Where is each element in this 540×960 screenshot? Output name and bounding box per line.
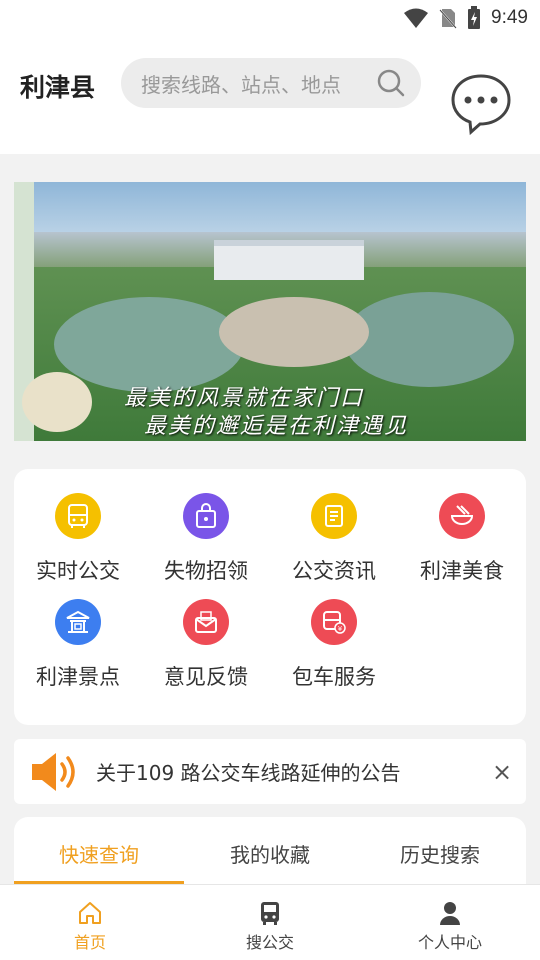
nav-home[interactable]: 首页 (0, 899, 180, 953)
nav-label: 首页 (73, 933, 106, 952)
menu-item-label: 包车服务 (292, 665, 376, 689)
bus-search-icon (180, 899, 360, 927)
home-icon (0, 899, 180, 927)
charter-bus-icon: ¥ (311, 599, 357, 645)
person-icon (360, 899, 540, 927)
speaker-icon (30, 750, 82, 794)
nav-label: 搜公交 (245, 933, 294, 952)
tab-favorites[interactable]: 我的收藏 (185, 839, 355, 868)
menu-item-realtime-bus[interactable]: 实时公交 (14, 493, 142, 585)
promo-banner[interactable]: 最美的风景就在家门口 最美的邂逅是在利津遇见 (14, 182, 526, 441)
city-selector[interactable]: 利津县 (20, 68, 95, 104)
feature-menu: 实时公交 失物招领 公交资讯 利津美食 利津景点 意见反馈 ¥ 包车服务 (14, 469, 526, 725)
menu-item-label: 失物招领 (164, 559, 248, 583)
query-tabs: 快速查询 我的收藏 历史搜索 (14, 817, 526, 887)
bottom-navigation: 首页 搜公交 个人中心 (0, 884, 540, 960)
nav-bus-search[interactable]: 搜公交 (180, 899, 360, 953)
menu-item-label: 意见反馈 (164, 665, 248, 689)
banner-flower (22, 372, 92, 432)
announcement-bar[interactable]: 关于109 路公交车线路延伸的公告 × (14, 739, 526, 804)
menu-item-label: 公交资讯 (292, 559, 376, 583)
menu-item-lost-found[interactable]: 失物招领 (142, 493, 270, 585)
nav-label: 个人中心 (417, 933, 482, 952)
menu-item-scenic-spots[interactable]: 利津景点 (14, 599, 142, 691)
clock: 9:49 (491, 7, 528, 28)
bus-icon (55, 493, 101, 539)
status-bar: 9:49 (0, 0, 540, 36)
news-icon (311, 493, 357, 539)
menu-item-charter-service[interactable]: ¥ 包车服务 (270, 599, 398, 691)
chat-bubble-icon[interactable] (448, 70, 514, 136)
menu-item-label: 利津美食 (420, 559, 504, 583)
pavilion-icon (55, 599, 101, 645)
search-icon[interactable] (371, 63, 411, 103)
banner-building (214, 240, 364, 280)
close-icon[interactable]: × (482, 758, 522, 786)
app-header: 利津县 搜索线路、站点、地点 (0, 36, 540, 154)
search-placeholder: 搜索线路、站点、地点 (141, 72, 341, 97)
tab-history[interactable]: 历史搜索 (355, 839, 525, 868)
feedback-mail-icon (183, 599, 229, 645)
menu-item-label: 实时公交 (36, 559, 120, 583)
status-icons: 9:49 (403, 6, 528, 30)
menu-item-local-food[interactable]: 利津美食 (398, 493, 526, 585)
announcement-text[interactable]: 关于109 路公交车线路延伸的公告 (96, 757, 482, 786)
svg-text:¥: ¥ (338, 625, 343, 633)
lost-bag-icon (183, 493, 229, 539)
search-input[interactable]: 搜索线路、站点、地点 (121, 58, 421, 108)
no-sim-icon (439, 9, 457, 29)
tab-quick-query[interactable]: 快速查询 (14, 839, 184, 868)
menu-item-feedback[interactable]: 意见反馈 (142, 599, 270, 691)
nav-profile[interactable]: 个人中心 (360, 899, 540, 953)
food-bowl-icon (439, 493, 485, 539)
menu-item-bus-news[interactable]: 公交资讯 (270, 493, 398, 585)
banner-caption-2: 最美的邂逅是在利津遇见 (144, 414, 409, 439)
wifi-icon (404, 8, 429, 28)
menu-item-label: 利津景点 (36, 665, 120, 689)
battery-charging-icon (468, 6, 481, 29)
